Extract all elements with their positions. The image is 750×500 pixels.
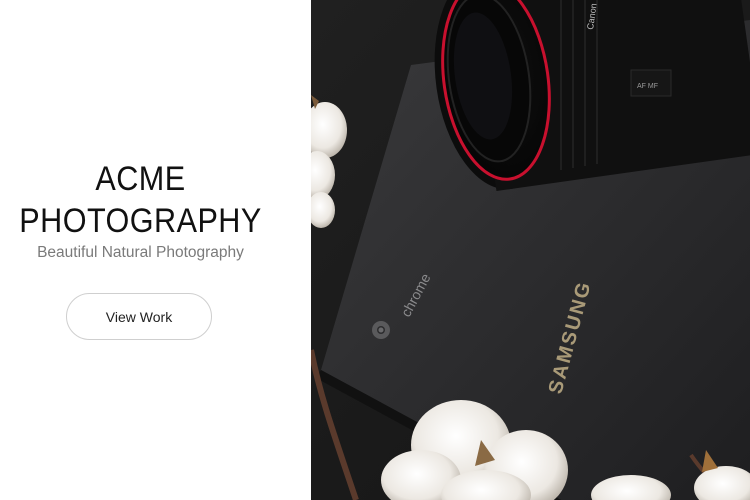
view-work-button[interactable]: View Work <box>66 293 212 340</box>
site-tagline: Beautiful Natural Photography <box>37 244 244 261</box>
intro-panel: ACME PHOTOGRAPHY Beautiful Natural Photo… <box>0 0 311 500</box>
hero-photo: chrome SAMSUNG AF MF Canon <box>311 0 750 500</box>
svg-text:AF MF: AF MF <box>637 83 658 90</box>
hero-photo-graphic: chrome SAMSUNG AF MF Canon <box>311 0 750 500</box>
site-title-line1: ACME <box>95 160 186 198</box>
site-title-line2: PHOTOGRAPHY <box>19 202 262 240</box>
